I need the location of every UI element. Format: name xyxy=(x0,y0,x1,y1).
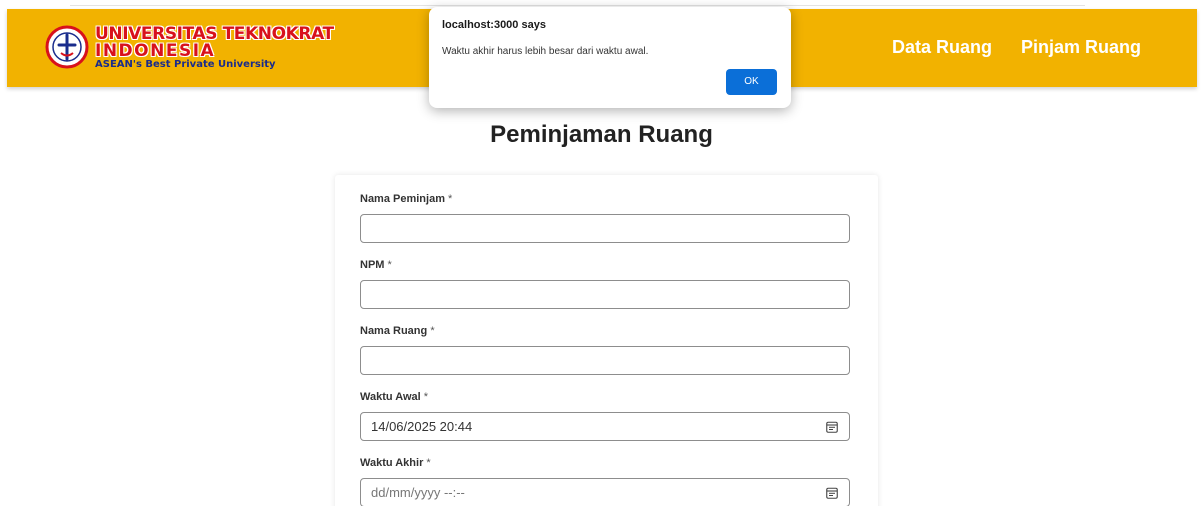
alert-title: localhost:3000 says xyxy=(442,19,546,31)
page: UNIVERSITAS TEKNOKRAT INDONESIA ASEAN's … xyxy=(0,0,1203,506)
alert-message: Waktu akhir harus lebih besar dari waktu… xyxy=(442,46,649,57)
alert-overlay: localhost:3000 says Waktu akhir harus le… xyxy=(0,0,1203,506)
alert-dialog: localhost:3000 says Waktu akhir harus le… xyxy=(429,7,791,108)
alert-ok-button[interactable]: OK xyxy=(726,69,777,95)
